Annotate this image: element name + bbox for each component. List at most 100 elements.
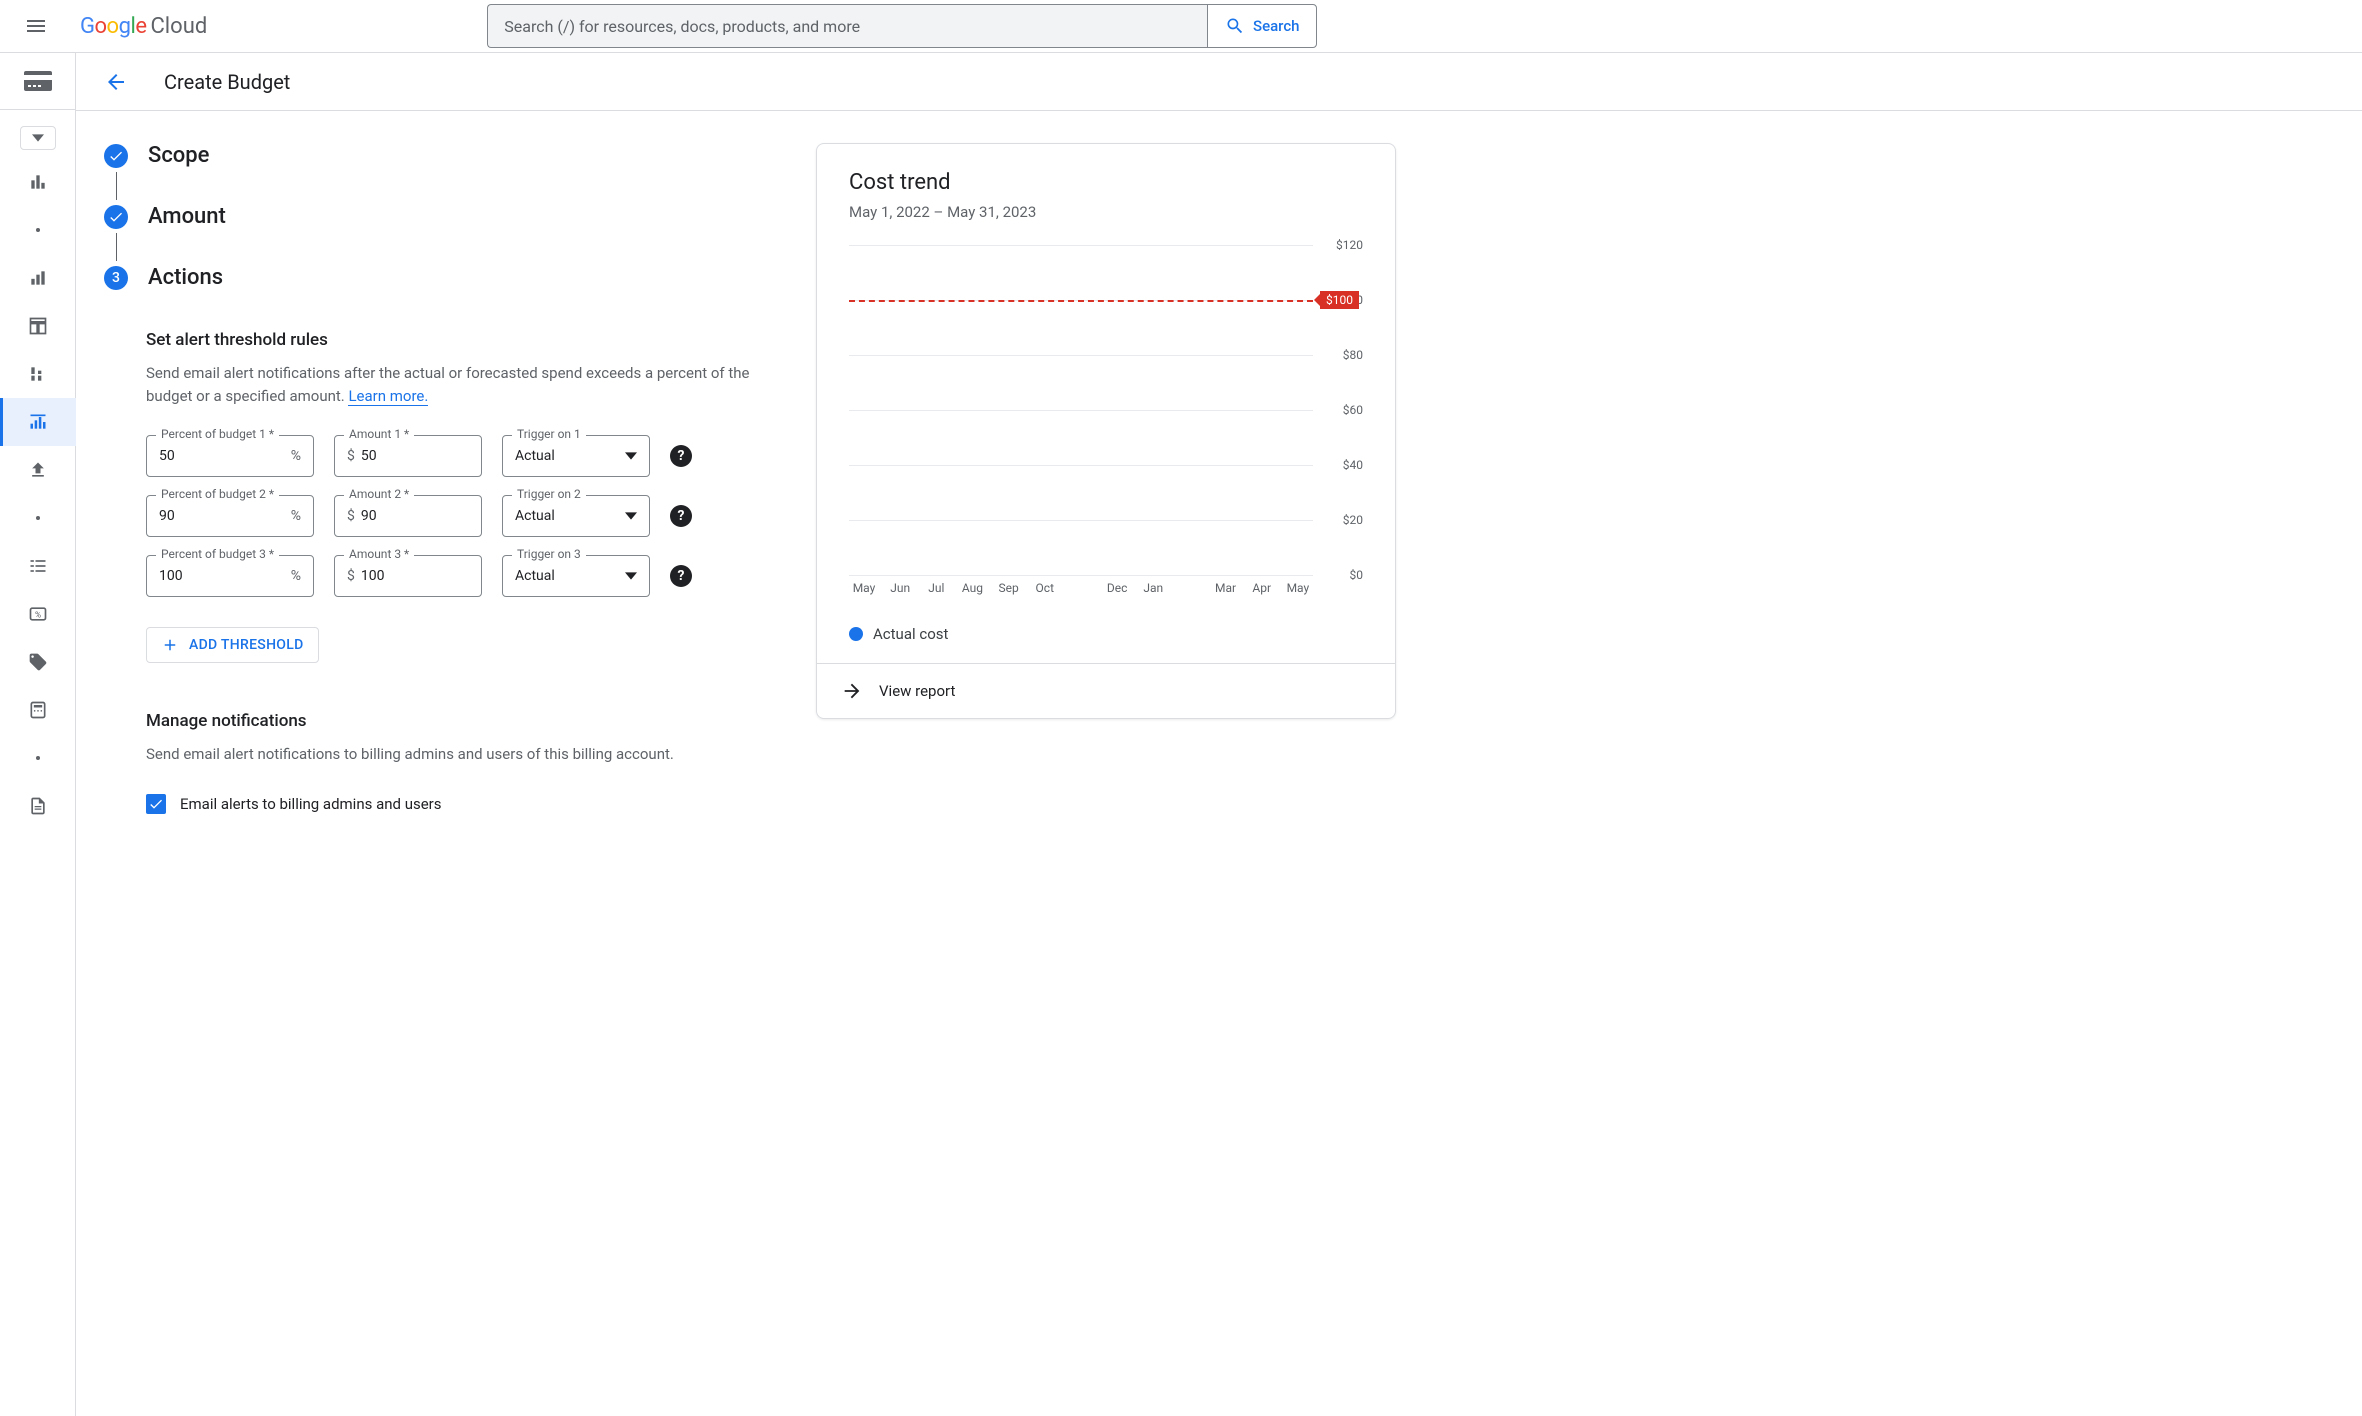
sidebar-dropdown[interactable] — [20, 126, 56, 150]
arrow-forward-icon — [841, 680, 863, 702]
percent-icon: % — [28, 604, 48, 624]
help-icon[interactable]: ? — [670, 505, 692, 527]
thresholds-section: Set alert threshold rules Send email ale… — [146, 330, 776, 663]
notifications-section: Manage notifications Send email alert no… — [146, 711, 776, 814]
learn-more-link[interactable]: Learn more. — [348, 387, 428, 406]
grid-line — [849, 410, 1313, 411]
logo-google: Google — [80, 14, 146, 39]
sidebar-item-12[interactable] — [0, 686, 76, 734]
chevron-down-icon — [625, 570, 637, 582]
trigger-field: Trigger on 3 Actual — [502, 555, 650, 597]
doc-icon — [28, 796, 48, 816]
step-check-icon — [104, 205, 128, 229]
percent-field: Percent of budget 3 * 100 % — [146, 555, 314, 597]
sidebar-item-10[interactable]: % — [0, 590, 76, 638]
cost-trend-panel: Cost trend May 1, 2022 – May 31, 2023 $1… — [816, 143, 1396, 814]
logo[interactable]: Google Cloud — [80, 14, 207, 39]
sidebar-item-5[interactable] — [0, 350, 76, 398]
step-scope[interactable]: Scope — [104, 143, 776, 168]
view-report-button[interactable]: View report — [817, 663, 1395, 718]
bar-chart-icon — [28, 172, 48, 192]
top-header: Google Cloud Search (/) for resources, d… — [0, 0, 2362, 53]
sidebar-item-8[interactable] — [0, 494, 76, 542]
add-threshold-label: ADD THRESHOLD — [189, 637, 304, 653]
form-panel: Scope Amount 3 Actions — [96, 143, 776, 814]
x-tick-label: Jan — [1138, 581, 1168, 595]
x-tick-label: May — [1283, 581, 1313, 595]
amount-input[interactable]: $ 50 — [334, 435, 482, 477]
help-icon[interactable]: ? — [670, 565, 692, 587]
hamburger-icon — [24, 14, 48, 38]
x-tick-label: Oct — [1030, 581, 1060, 595]
dollar-prefix: $ — [347, 568, 355, 584]
percent-value: 50 — [159, 448, 175, 464]
budget-badge: $100 — [1320, 291, 1359, 309]
legend-dot-icon — [849, 627, 863, 641]
percent-suffix: % — [291, 568, 301, 584]
search-placeholder: Search (/) for resources, docs, products… — [504, 17, 860, 36]
table-icon — [28, 316, 48, 336]
grid-line — [849, 520, 1313, 521]
dollar-prefix: $ — [347, 508, 355, 524]
step-amount[interactable]: Amount — [104, 204, 776, 229]
card-subtitle: May 1, 2022 – May 31, 2023 — [849, 203, 1363, 221]
checkbox-label: Email alerts to billing admins and users — [180, 795, 442, 813]
step-label: Actions — [148, 265, 223, 290]
grid-line — [849, 465, 1313, 466]
amount-value: 90 — [361, 508, 377, 524]
search-icon — [1225, 16, 1245, 36]
add-threshold-button[interactable]: ADD THRESHOLD — [146, 627, 319, 663]
chart-legend: Actual cost — [849, 625, 1363, 643]
sidebar-item-13[interactable] — [0, 734, 76, 782]
field-label: Amount 2 * — [344, 487, 414, 501]
y-tick-label: $20 — [1343, 513, 1363, 527]
section-title: Manage notifications — [146, 711, 776, 731]
sidebar-item-1[interactable] — [0, 158, 76, 206]
grid-line — [849, 355, 1313, 356]
email-alerts-checkbox[interactable] — [146, 794, 166, 814]
tag-icon — [28, 652, 48, 672]
sidebar-item-11[interactable] — [0, 638, 76, 686]
percent-input[interactable]: 90 % — [146, 495, 314, 537]
sidebar-item-7[interactable] — [0, 446, 76, 494]
sidebar-item-2[interactable] — [0, 206, 76, 254]
trigger-select[interactable]: Actual — [502, 435, 650, 477]
y-tick-label: $60 — [1343, 403, 1363, 417]
amount-input[interactable]: $ 100 — [334, 555, 482, 597]
step-actions[interactable]: 3 Actions — [104, 265, 776, 290]
percent-input[interactable]: 50 % — [146, 435, 314, 477]
chevron-down-icon — [625, 510, 637, 522]
card-title: Cost trend — [849, 170, 1363, 195]
search-input[interactable]: Search (/) for resources, docs, products… — [487, 4, 1207, 48]
billing-icon[interactable] — [10, 53, 66, 109]
main: Create Budget Scope — [76, 53, 2362, 1416]
threshold-row: Percent of budget 1 * 50 % Amount 1 * $ … — [146, 435, 776, 477]
y-tick-label: $40 — [1343, 458, 1363, 472]
x-axis: MayJunJulAugSepOctDecJanMarAprMay — [849, 581, 1313, 595]
cost-trend-chart: $120$100$80$60$40$20$0 $100 MayJunJulAug… — [849, 245, 1363, 605]
email-alerts-checkbox-row: Email alerts to billing admins and users — [146, 794, 776, 814]
section-title: Set alert threshold rules — [146, 330, 776, 350]
amount-field: Amount 3 * $ 100 — [334, 555, 482, 597]
x-tick-label: Jun — [885, 581, 915, 595]
stepper: Scope Amount 3 Actions — [104, 143, 776, 290]
sidebar-item-4[interactable] — [0, 302, 76, 350]
sub-header: Create Budget — [76, 53, 2362, 111]
help-icon[interactable]: ? — [670, 445, 692, 467]
trigger-select[interactable]: Actual — [502, 495, 650, 537]
search-button[interactable]: Search — [1207, 4, 1317, 48]
threshold-row: Percent of budget 3 * 100 % Amount 3 * $… — [146, 555, 776, 597]
sidebar-item-14[interactable] — [0, 782, 76, 830]
field-label: Trigger on 1 — [512, 427, 586, 441]
sidebar-item-3[interactable] — [0, 254, 76, 302]
plus-icon — [161, 636, 179, 654]
amount-input[interactable]: $ 90 — [334, 495, 482, 537]
sidebar-item-9[interactable] — [0, 542, 76, 590]
menu-button[interactable] — [12, 2, 60, 50]
step-number: 3 — [104, 266, 128, 290]
trigger-value: Actual — [515, 568, 555, 584]
percent-input[interactable]: 100 % — [146, 555, 314, 597]
sidebar-item-budgets[interactable] — [0, 398, 76, 446]
back-button[interactable] — [96, 62, 136, 102]
trigger-select[interactable]: Actual — [502, 555, 650, 597]
